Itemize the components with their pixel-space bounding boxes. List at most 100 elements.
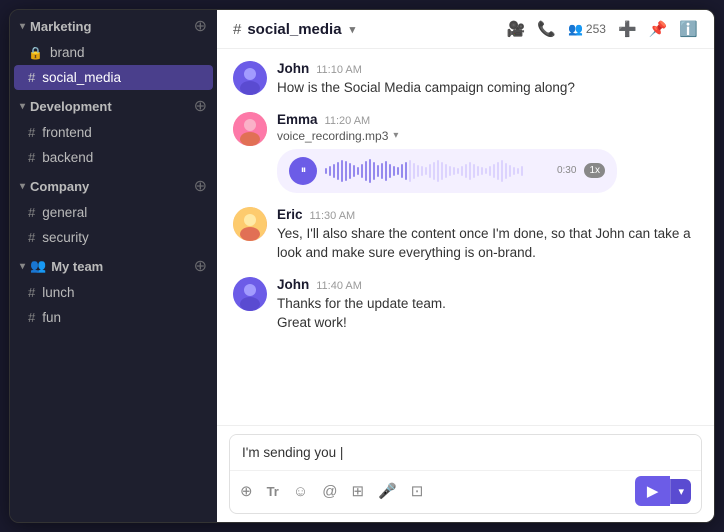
sidebar-item-security-label: security: [42, 230, 89, 245]
message-header: John 11:10 AM: [277, 61, 698, 76]
emoji-icon[interactable]: ☺: [293, 483, 308, 500]
chevron-company-icon: ▾: [20, 181, 25, 192]
member-count-number: 253: [586, 22, 606, 36]
channel-dropdown-icon[interactable]: ▾: [350, 23, 356, 36]
sidebar-group-company-label: Company: [30, 179, 89, 194]
sidebar-item-fun-label: fun: [42, 310, 61, 325]
hash-lunch-icon: #: [28, 285, 35, 300]
lock-icon: 🔒: [28, 46, 43, 60]
message-text: Thanks for the update team.Great work!: [277, 294, 698, 333]
message-time: 11:30 AM: [310, 210, 356, 222]
message-sender: Emma: [277, 112, 318, 127]
voice-player[interactable]: ⏸ 0:30 1x: [277, 149, 617, 193]
voice-file-label[interactable]: voice_recording.mp3 ▾: [277, 129, 698, 143]
add-toolbar-icon[interactable]: ⊕: [240, 482, 253, 500]
toolbar-icons: ⊕ Tr ☺ @ ⊞ 🎤 ⊡: [240, 482, 423, 500]
sidebar-item-brand-label: brand: [50, 45, 85, 60]
pin-icon[interactable]: 📌: [649, 20, 668, 38]
mention-icon[interactable]: @: [322, 483, 337, 500]
input-box: ⊕ Tr ☺ @ ⊞ 🎤 ⊡ ▶ ▾: [229, 434, 702, 514]
sidebar-item-general-label: general: [42, 205, 87, 220]
sidebar-group-company[interactable]: ▾ Company ⊕: [10, 170, 217, 200]
member-count[interactable]: 👥 253: [568, 22, 606, 36]
play-button[interactable]: ⏸: [289, 157, 317, 185]
message-content: John 11:10 AM How is the Social Media ca…: [277, 61, 698, 98]
app-container: ▾ Marketing ⊕ 🔒 brand # social_media ▾ D…: [9, 9, 715, 523]
speed-badge[interactable]: 1x: [584, 163, 605, 178]
chevron-marketing-icon: ▾: [20, 21, 25, 32]
phone-call-icon[interactable]: 📞: [537, 20, 556, 38]
hash-general-icon: #: [28, 205, 35, 220]
add-my-team-button[interactable]: ⊕: [194, 256, 207, 276]
sidebar-item-general[interactable]: # general: [14, 200, 213, 225]
pause-icon: ⏸: [301, 164, 307, 177]
hash-frontend-icon: #: [28, 125, 35, 140]
info-icon[interactable]: ℹ️: [679, 20, 698, 38]
sidebar-item-security[interactable]: # security: [14, 225, 213, 250]
channel-name: social_media: [247, 21, 341, 38]
message-sender: John: [277, 277, 309, 292]
table-row: John 11:40 AM Thanks for the update team…: [233, 277, 698, 333]
expand-icon[interactable]: ⊡: [411, 482, 424, 500]
avatar: [233, 112, 267, 146]
sidebar-group-my-team[interactable]: ▾ 👥 My team ⊕: [10, 250, 217, 280]
toolbar-row: ⊕ Tr ☺ @ ⊞ 🎤 ⊡ ▶ ▾: [230, 470, 701, 513]
sidebar-group-development[interactable]: ▾ Development ⊕: [10, 90, 217, 120]
sidebar-item-brand[interactable]: 🔒 brand: [14, 40, 213, 65]
hash-backend-icon: #: [28, 150, 35, 165]
my-team-emoji: 👥: [30, 258, 46, 274]
table-row: Emma 11:20 AM voice_recording.mp3 ▾ ⏸ 0:…: [233, 112, 698, 193]
sidebar-group-development-label: Development: [30, 99, 112, 114]
header-icons: 🎥 📞 👥 253 ➕ 📌 ℹ️: [507, 20, 698, 38]
add-marketing-button[interactable]: ⊕: [194, 16, 207, 36]
hash-security-icon: #: [28, 230, 35, 245]
sidebar-group-marketing-label: Marketing: [30, 19, 91, 34]
text-format-icon[interactable]: Tr: [267, 484, 279, 499]
messages-area: John 11:10 AM How is the Social Media ca…: [217, 49, 714, 425]
sidebar-item-social-media-label: social_media: [42, 70, 121, 85]
channel-title[interactable]: # social_media ▾: [233, 21, 355, 38]
avatar: [233, 277, 267, 311]
send-dropdown-icon: ▾: [678, 485, 684, 498]
message-time: 11:10 AM: [316, 64, 362, 76]
message-input[interactable]: [230, 435, 701, 470]
channel-hash: #: [233, 21, 241, 38]
sidebar-group-marketing[interactable]: ▾ Marketing ⊕: [10, 10, 217, 40]
members-icon: 👥: [568, 22, 583, 36]
sidebar-group-my-team-label: My team: [51, 259, 103, 274]
voice-filename: voice_recording.mp3: [277, 129, 388, 143]
send-dropdown-button[interactable]: ▾: [670, 479, 691, 504]
table-row: John 11:10 AM How is the Social Media ca…: [233, 61, 698, 98]
sidebar-item-fun[interactable]: # fun: [14, 305, 213, 330]
message-time: 11:40 AM: [316, 280, 362, 292]
sidebar: ▾ Marketing ⊕ 🔒 brand # social_media ▾ D…: [10, 10, 217, 522]
add-company-button[interactable]: ⊕: [194, 176, 207, 196]
sidebar-item-social-media[interactable]: # social_media: [14, 65, 213, 90]
mic-icon[interactable]: 🎤: [378, 482, 397, 500]
message-text: How is the Social Media campaign coming …: [277, 78, 698, 98]
chevron-development-icon: ▾: [20, 101, 25, 112]
input-area: ⊕ Tr ☺ @ ⊞ 🎤 ⊡ ▶ ▾: [217, 425, 714, 522]
send-button[interactable]: ▶: [635, 476, 671, 506]
message-sender: John: [277, 61, 309, 76]
sidebar-item-lunch[interactable]: # lunch: [14, 280, 213, 305]
sidebar-item-frontend-label: frontend: [42, 125, 92, 140]
message-content: John 11:40 AM Thanks for the update team…: [277, 277, 698, 333]
avatar: [233, 207, 267, 241]
video-call-icon[interactable]: 🎥: [507, 20, 526, 38]
message-sender: Eric: [277, 207, 303, 222]
sidebar-item-backend-label: backend: [42, 150, 93, 165]
message-content: Emma 11:20 AM voice_recording.mp3 ▾ ⏸ 0:…: [277, 112, 698, 193]
attachment-icon[interactable]: ⊞: [351, 482, 364, 500]
table-row: Eric 11:30 AM Yes, I'll also share the c…: [233, 207, 698, 263]
message-header: Eric 11:30 AM: [277, 207, 698, 222]
add-development-button[interactable]: ⊕: [194, 96, 207, 116]
voice-duration: 0:30: [557, 165, 576, 176]
chevron-my-team-icon: ▾: [20, 261, 25, 272]
add-member-icon[interactable]: ➕: [618, 20, 637, 38]
sidebar-item-backend[interactable]: # backend: [14, 145, 213, 170]
sidebar-item-frontend[interactable]: # frontend: [14, 120, 213, 145]
avatar: [233, 61, 267, 95]
message-time: 11:20 AM: [325, 115, 371, 127]
send-area: ▶ ▾: [635, 476, 691, 506]
